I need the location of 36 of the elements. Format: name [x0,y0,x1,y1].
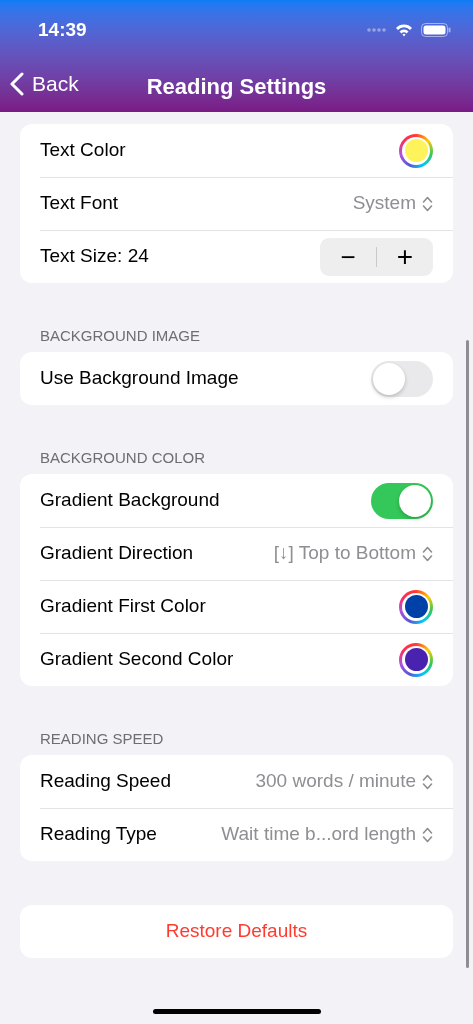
row-label: Text Size: 24 [40,244,149,269]
picker-button[interactable]: 300 words / minute [255,767,433,796]
section-header: BACKGROUND COLOR [39,449,207,467]
chevron-up-down-icon [422,194,433,213]
picker-button[interactable]: Wait time b...ord length [221,820,433,849]
section-header: READING SPEED [39,730,165,748]
chevron-up-down-icon [422,772,433,791]
decrement-button[interactable]: − [320,237,376,276]
chevron-left-icon [10,71,24,96]
picker-button[interactable]: System [352,189,433,218]
row-label: Text Font [40,191,119,216]
picker-button[interactable]: [↓] Top to Bottom [273,539,433,568]
back-button[interactable]: Back [10,68,79,100]
increment-button[interactable]: + [377,237,433,276]
row-label: Gradient Direction [40,541,194,566]
row-label: Gradient Background [40,488,220,513]
screen-title: Reading Settings [146,72,327,101]
restore-defaults-button[interactable]: Restore Defaults [20,905,453,958]
toggle-switch[interactable] [371,482,433,519]
color-well[interactable] [399,642,433,677]
color-well[interactable] [399,589,433,624]
row-label: Reading Type [40,822,157,847]
status-time: 14:39 [38,17,87,42]
color-well[interactable] [399,133,433,168]
chevron-up-down-icon [422,825,433,844]
row-label: Reading Speed [40,769,171,794]
chevron-up-down-icon [422,544,433,563]
wifi-icon [395,23,413,37]
section-header: BACKGROUND IMAGE [39,327,202,345]
signal-icon [367,28,387,32]
row-label: Text Color [40,138,126,163]
battery-icon [421,23,451,37]
row-label: Gradient Second Color [40,647,234,672]
toggle-switch[interactable] [371,360,433,397]
row-label: Gradient First Color [40,594,206,619]
row-label: Use Background Image [40,366,239,391]
